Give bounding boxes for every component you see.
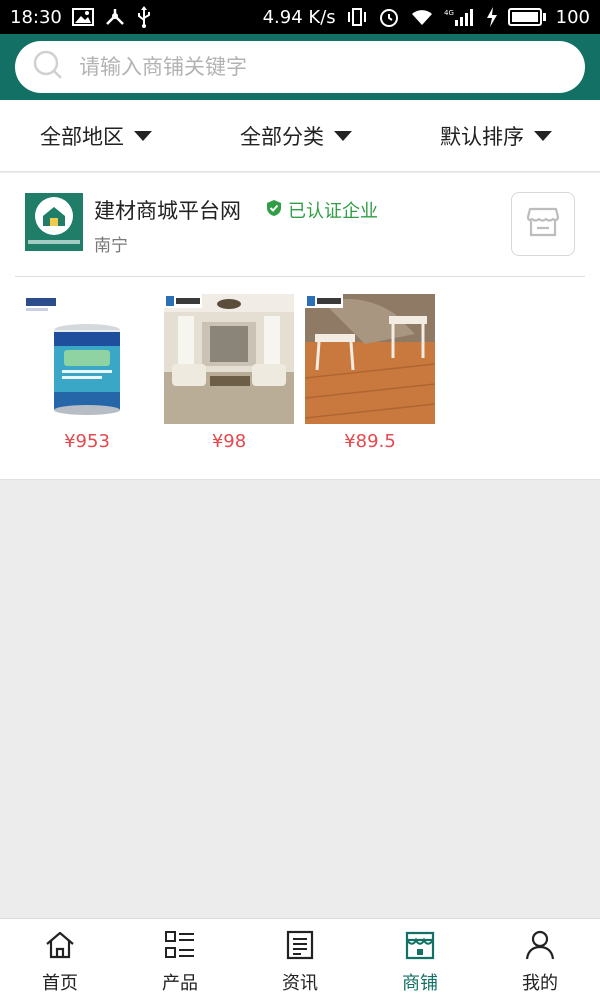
alarm-icon xyxy=(378,6,400,28)
battery-level: 100 xyxy=(555,6,590,28)
filter-sort-label: 默认排序 xyxy=(440,125,524,149)
charging-icon xyxy=(486,6,498,28)
image-notification-icon xyxy=(71,6,94,28)
nav-news[interactable]: 资讯 xyxy=(240,919,360,1000)
user-icon xyxy=(524,930,556,965)
status-bar: 18:30 4.94 K/s 4G 100 xyxy=(0,0,600,34)
share-network-icon xyxy=(104,6,126,28)
product-image-wood-floor[interactable] xyxy=(305,294,435,424)
filter-category[interactable]: 全部分类 xyxy=(240,100,352,172)
product-image-paint-bucket[interactable] xyxy=(22,294,152,424)
enter-store-button[interactable] xyxy=(511,192,575,256)
product-item[interactable]: ¥953 xyxy=(22,294,152,452)
nav-home[interactable]: 首页 xyxy=(0,919,120,1000)
usb-icon xyxy=(136,6,152,28)
filter-category-label: 全部分类 xyxy=(240,125,324,149)
store-icon xyxy=(526,207,560,241)
product-item[interactable]: ¥89.5 xyxy=(305,294,435,452)
shop-logo xyxy=(25,193,83,251)
nav-mine[interactable]: 我的 xyxy=(480,919,600,1000)
search-box[interactable] xyxy=(15,41,585,93)
product-price: ¥953 xyxy=(64,431,110,452)
nav-products[interactable]: 产品 xyxy=(120,919,240,1000)
nav-home-label: 首页 xyxy=(42,973,78,994)
status-time: 18:30 xyxy=(10,6,62,28)
filter-region[interactable]: 全部地区 xyxy=(40,100,152,172)
vibrate-icon xyxy=(346,6,368,28)
nav-shops[interactable]: 商铺 xyxy=(360,919,480,1000)
caret-down-icon xyxy=(534,131,552,141)
shop-name[interactable]: 建材商城平台网 xyxy=(94,195,241,225)
bottom-nav: 首页 产品 资讯 商铺 我的 xyxy=(0,918,600,1000)
product-price: ¥98 xyxy=(211,431,247,452)
nav-shops-label: 商铺 xyxy=(402,973,438,994)
product-image-living-room-floor[interactable] xyxy=(164,294,294,424)
signal-icon: 4G xyxy=(444,6,476,28)
caret-down-icon xyxy=(334,131,352,141)
product-price: ¥89.5 xyxy=(344,431,396,452)
verified-badge: 已认证企业 xyxy=(266,197,378,223)
shop-card[interactable]: 建材商城平台网 已认证企业 南宁 ¥953 ¥98 ¥89.5 xyxy=(0,173,600,480)
nav-products-label: 产品 xyxy=(162,973,198,994)
store-icon xyxy=(404,930,436,965)
verified-label: 已认证企业 xyxy=(288,201,378,222)
product-item[interactable]: ¥98 xyxy=(164,294,294,452)
network-speed: 4.94 K/s xyxy=(262,6,336,28)
header xyxy=(0,34,600,100)
divider xyxy=(15,276,585,277)
caret-down-icon xyxy=(134,131,152,141)
filter-sort[interactable]: 默认排序 xyxy=(440,100,552,172)
shop-city: 南宁 xyxy=(94,236,128,256)
battery-icon xyxy=(507,8,546,26)
wifi-icon xyxy=(410,6,434,28)
nav-news-label: 资讯 xyxy=(282,973,318,994)
home-icon xyxy=(44,930,76,965)
network-type: 4G xyxy=(444,9,454,17)
nav-mine-label: 我的 xyxy=(522,973,558,994)
verified-shield-icon xyxy=(266,199,282,222)
news-icon xyxy=(284,930,316,965)
filter-bar: 全部地区 全部分类 默认排序 xyxy=(0,100,600,172)
filter-region-label: 全部地区 xyxy=(40,125,124,149)
list-icon xyxy=(164,930,196,965)
search-input[interactable] xyxy=(79,55,539,79)
search-icon xyxy=(33,50,63,84)
